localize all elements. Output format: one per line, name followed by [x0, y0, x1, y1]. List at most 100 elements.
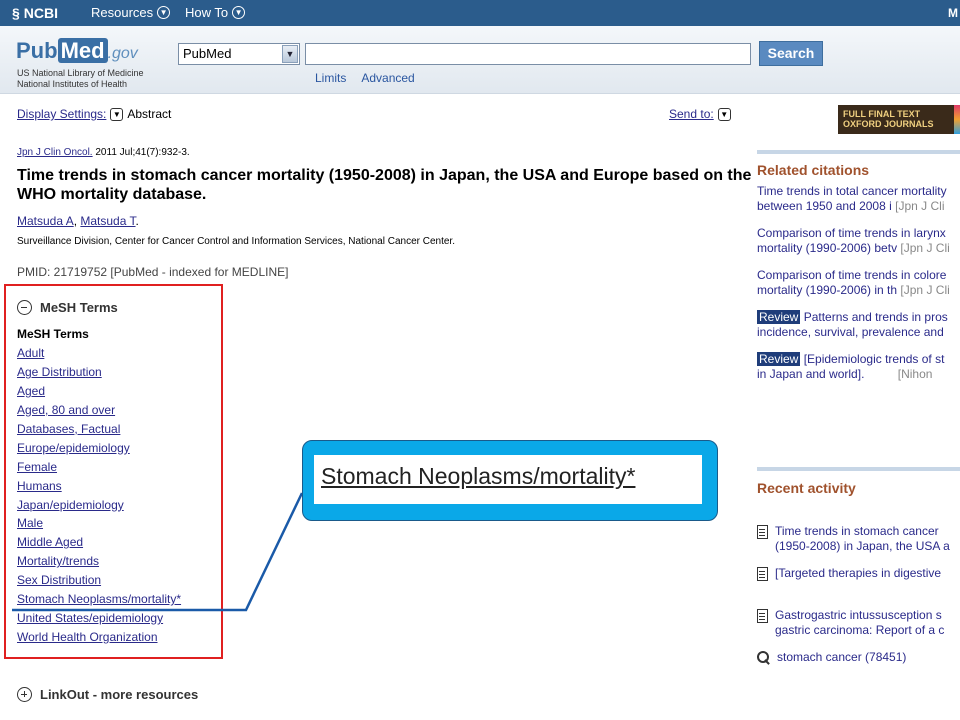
document-icon	[757, 567, 768, 581]
chevron-down-icon: ▼	[232, 6, 246, 19]
citation-line: mortality (1990-2006) in th	[757, 283, 898, 297]
logo-pub: Pub	[16, 38, 58, 63]
mesh-term-link[interactable]: World Health Organization	[17, 630, 158, 644]
citation-line: Comparison of time trends in colore	[757, 268, 947, 282]
author-link[interactable]: Matsuda A	[17, 214, 74, 228]
linkout-label: LinkOut - more resources	[40, 687, 199, 702]
send-to-link[interactable]: Send to:	[669, 107, 714, 121]
recent-activity-item[interactable]: Time trends in stomach cancer (1950-2008)…	[757, 524, 960, 554]
citation-source: [Jpn J Cli	[900, 241, 950, 255]
citation-text: 2011 Jul;41(7):932-3.	[92, 147, 190, 158]
send-to-menu[interactable]: Send to: ▼	[669, 107, 731, 121]
review-badge: Review	[757, 310, 801, 324]
journal-link[interactable]: Jpn J Clin Oncol.	[17, 147, 93, 158]
ncbi-logo[interactable]: § NCBI	[12, 5, 58, 21]
mesh-term-link[interactable]: Aged, 80 and over	[17, 403, 115, 417]
callout-text: Stomach Neoplasms/mortality*	[321, 463, 636, 489]
chevron-down-icon: ▼	[282, 45, 298, 63]
citation-line: [Epidemiologic trends of st	[800, 352, 945, 366]
account-link[interactable]: M	[948, 6, 958, 20]
limits-link[interactable]: Limits	[315, 71, 346, 85]
oxford-journals-ad[interactable]: FULL FINAL TEXT OXFORD JOURNALS	[838, 105, 960, 134]
mesh-term-link[interactable]: Aged	[17, 384, 45, 398]
library-caption: US National Library of Medicine National …	[17, 68, 144, 90]
database-select[interactable]: PubMed ▼	[178, 43, 300, 65]
ad-line-2: OXFORD JOURNALS	[843, 119, 934, 129]
activity-line: (1950-2008) in Japan, the USA a	[775, 539, 950, 553]
linkout-toggle[interactable]: LinkOut - more resources	[17, 687, 198, 702]
display-settings-link[interactable]: Display Settings:	[17, 107, 106, 121]
mesh-section-title: MeSH Terms	[40, 300, 118, 315]
chevron-down-icon: ▼	[157, 6, 171, 19]
related-citation-item[interactable]: Review Patterns and trends in pros incid…	[757, 310, 960, 340]
resources-label: Resources	[91, 5, 154, 20]
expand-icon	[17, 687, 32, 702]
recent-activity-item[interactable]: [Targeted therapies in digestive	[757, 566, 960, 581]
citation-line: Patterns and trends in pros	[800, 310, 948, 324]
citation-line: mortality (1990-2006) betv	[757, 241, 898, 255]
chevron-down-icon[interactable]: ▼	[110, 107, 124, 121]
howto-menu[interactable]: How To ▼	[185, 5, 246, 20]
mesh-term-link[interactable]: Europe/epidemiology	[17, 441, 130, 455]
collapse-icon	[17, 300, 32, 315]
ad-line-1: FULL FINAL TEXT	[843, 109, 921, 119]
mesh-term-link[interactable]: United States/epidemiology	[17, 611, 163, 625]
resources-menu[interactable]: Resources ▼	[91, 5, 171, 20]
howto-label: How To	[185, 5, 229, 20]
author-link[interactable]: Matsuda T	[80, 214, 135, 228]
logo-med: Med	[57, 38, 108, 63]
journal-citation: Jpn J Clin Oncol. 2011 Jul;41(7):932-3.	[17, 147, 190, 158]
callout-label: Stomach Neoplasms/mortality*	[314, 455, 702, 504]
database-value: PubMed	[183, 46, 232, 61]
document-icon	[757, 525, 768, 539]
citation-line: in Japan and world].	[757, 367, 865, 381]
recent-search-item[interactable]: stomach cancer (78451)	[757, 650, 960, 665]
citation-source: [Jpn J Cli	[895, 199, 945, 213]
search-button[interactable]: Search	[759, 41, 823, 66]
mesh-term-link[interactable]: Male	[17, 516, 43, 530]
logo-gov: .gov	[107, 45, 138, 62]
article-title: Time trends in stomach cancer mortality …	[17, 167, 752, 203]
section-divider	[757, 150, 960, 154]
recent-activity-item[interactable]: Gastrogastric intussusception s gastric c…	[757, 608, 960, 638]
related-citation-item[interactable]: Review [Epidemiologic trends of st in Ja…	[757, 352, 960, 382]
affiliation: Surveillance Division, Center for Cancer…	[17, 236, 455, 247]
advanced-link[interactable]: Advanced	[361, 71, 414, 85]
section-divider	[757, 467, 960, 471]
ncbi-logo-text: NCBI	[23, 5, 59, 21]
related-citation-item[interactable]: Comparison of time trends in colore mort…	[757, 268, 960, 298]
mesh-term-link[interactable]: Humans	[17, 479, 62, 493]
citation-line: Time trends in total cancer mortality	[757, 184, 947, 198]
mesh-term-link[interactable]: Adult	[17, 346, 44, 360]
search-icon	[757, 651, 770, 664]
activity-line: gastric carcinoma: Report of a c	[775, 623, 945, 637]
citation-line: Comparison of time trends in larynx	[757, 226, 946, 240]
mesh-term-link[interactable]: Middle Aged	[17, 535, 83, 549]
document-icon	[757, 609, 768, 623]
mesh-section-toggle[interactable]: MeSH Terms	[17, 300, 118, 315]
mesh-term-link[interactable]: Japan/epidemiology	[17, 498, 124, 512]
pmid-line: PMID: 21719752 [PubMed - indexed for MED…	[17, 265, 289, 279]
mesh-subtitle: MeSH Terms	[17, 327, 89, 341]
activity-line: [Targeted therapies in digestive	[775, 566, 942, 580]
pubmed-logo[interactable]: Pub Med .gov	[16, 38, 138, 64]
related-citation-item[interactable]: Time trends in total cancer mortality be…	[757, 184, 960, 214]
citation-line: incidence, survival, prevalence and	[757, 325, 944, 339]
search-sublinks: Limits Advanced	[315, 71, 415, 85]
library-line-1: US National Library of Medicine	[17, 68, 144, 78]
mesh-term-link[interactable]: Sex Distribution	[17, 573, 101, 587]
mesh-term-link[interactable]: Databases, Factual	[17, 422, 120, 436]
citation-source: [Nihon	[897, 367, 933, 381]
mesh-term-link[interactable]: Mortality/trends	[17, 554, 99, 568]
chevron-down-icon: ▼	[717, 107, 731, 121]
mesh-term-link[interactable]: Female	[17, 460, 57, 474]
pubmed-header: Pub Med .gov US National Library of Medici…	[0, 26, 960, 94]
search-input[interactable]	[305, 43, 751, 65]
activity-line: Gastrogastric intussusception s	[775, 608, 942, 622]
mesh-term-list: Adult Age Distribution Aged Aged, 80 and…	[17, 345, 181, 648]
activity-line: stomach cancer (78451)	[777, 650, 907, 664]
related-citation-item[interactable]: Comparison of time trends in larynx mort…	[757, 226, 960, 256]
display-settings-bar: Display Settings: ▼ Abstract	[17, 107, 171, 121]
mesh-term-link-highlighted[interactable]: Stomach Neoplasms/mortality*	[17, 592, 181, 606]
mesh-term-link[interactable]: Age Distribution	[17, 365, 102, 379]
